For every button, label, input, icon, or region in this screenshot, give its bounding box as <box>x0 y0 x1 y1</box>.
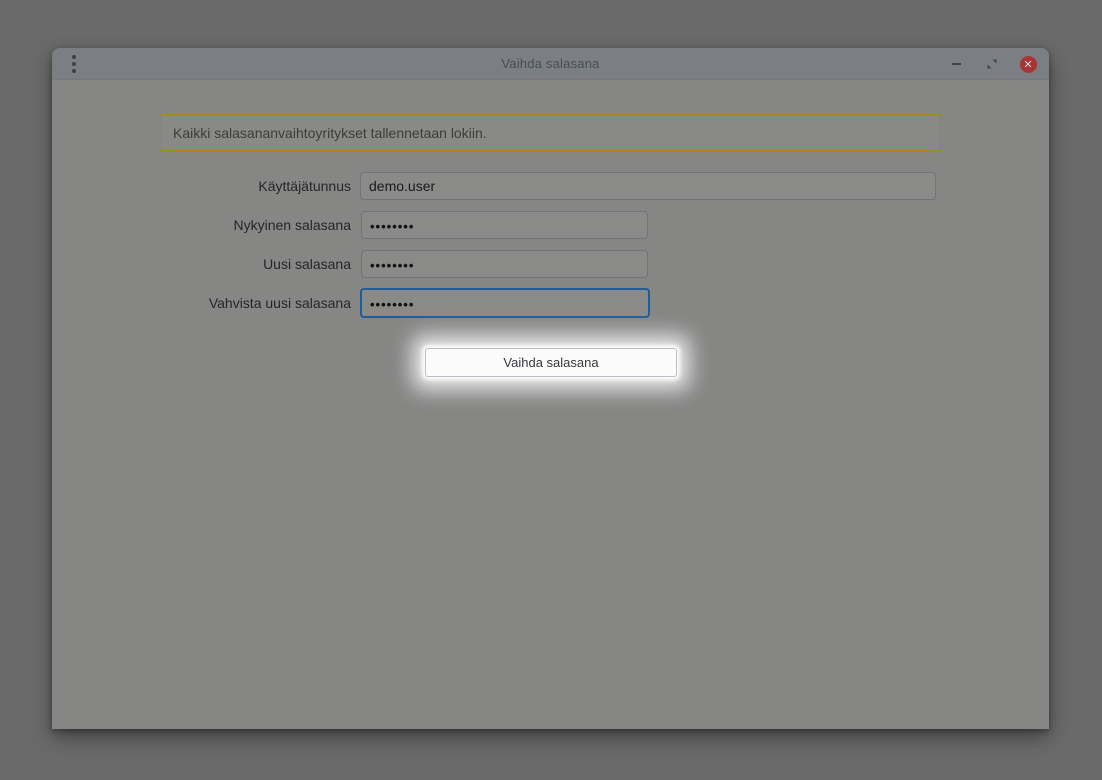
current-password-label: Nykyinen salasana <box>52 211 351 239</box>
confirm-password-label: Vahvista uusi salasana <box>52 289 351 317</box>
restore-button[interactable] <box>981 53 1003 75</box>
close-icon: ✕ <box>1020 56 1037 73</box>
change-password-button[interactable]: Vaihda salasana <box>425 348 677 377</box>
close-button[interactable]: ✕ <box>1017 53 1039 75</box>
audit-notice: Kaikki salasananvaihtoyritykset tallenne… <box>161 114 940 151</box>
change-password-window: Vaihda salasana ✕ Kaikki salasananvaihto… <box>52 48 1049 729</box>
window-title: Vaihda salasana <box>52 48 1049 80</box>
username-label: Käyttäjätunnus <box>52 172 351 200</box>
restore-icon <box>987 59 997 69</box>
window-controls: ✕ <box>945 48 1039 80</box>
minimize-icon <box>952 63 961 65</box>
new-password-label: Uusi salasana <box>52 250 351 278</box>
confirm-password-input[interactable] <box>360 288 650 318</box>
current-password-input[interactable] <box>361 211 648 239</box>
audit-notice-text: Kaikki salasananvaihtoyritykset tallenne… <box>173 125 487 141</box>
new-password-input[interactable] <box>361 250 648 278</box>
titlebar[interactable]: Vaihda salasana ✕ <box>52 48 1049 80</box>
minimize-button[interactable] <box>945 53 967 75</box>
username-input[interactable] <box>360 172 936 200</box>
